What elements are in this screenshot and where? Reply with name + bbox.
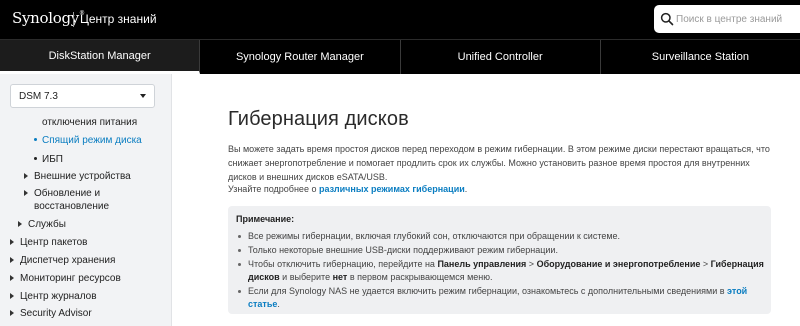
- sidebar-item-storage-manager[interactable]: Диспетчер хранения: [10, 254, 116, 267]
- sidebar-item-label: Мониторинг ресурсов: [20, 273, 121, 284]
- tab-unified-controller[interactable]: Unified Controller: [401, 40, 601, 74]
- hibernation-modes-link[interactable]: различных режимах гибернации: [319, 184, 465, 194]
- note-title: Примечание:: [236, 214, 295, 224]
- note-item: Если для Synology NAS не удается включит…: [238, 285, 766, 311]
- note-item: Чтобы отключить гибернацию, перейдите на…: [238, 258, 766, 284]
- version-value: DSM 7.3: [19, 91, 58, 102]
- tab-surveillance-station[interactable]: Surveillance Station: [601, 40, 800, 74]
- product-nav: DiskStation Manager Synology Router Mana…: [0, 39, 800, 74]
- chevron-right-icon: [18, 221, 22, 227]
- chevron-right-icon: [24, 173, 28, 179]
- sidebar-item-label: Спящий режим диска: [42, 135, 142, 146]
- note-text: Если для Synology NAS не удается включит…: [248, 286, 728, 296]
- sidebar-item-label: Обновление и: [34, 188, 101, 199]
- logo-text: Synology: [12, 9, 79, 27]
- page-title: Гибернация дисков: [228, 108, 409, 130]
- note-item: Все режимы гибернации, включая глубокий …: [238, 230, 766, 243]
- note-text: и выберите: [279, 272, 333, 282]
- search-box[interactable]: [654, 5, 800, 33]
- chevron-right-icon: [10, 310, 14, 316]
- bullet-icon: [34, 157, 37, 160]
- sidebar-item-label: Центр журналов: [20, 291, 97, 302]
- note-text: в первом раскрывающемся меню.: [347, 272, 493, 282]
- intro-paragraph: Вы можете задать время простоя дисков пе…: [228, 144, 770, 182]
- ui-path-control-panel: Панель управления: [437, 259, 527, 269]
- note-text: Чтобы отключить гибернацию, перейдите на: [248, 259, 438, 269]
- search-icon[interactable]: [660, 12, 674, 26]
- sidebar-item-label: Диспетчер хранения: [20, 255, 116, 266]
- chevron-right-icon: [10, 275, 14, 281]
- note-text: >: [526, 259, 537, 269]
- note-list: Все режимы гибернации, включая глубокий …: [238, 230, 766, 312]
- sidebar-item-log-center[interactable]: Центр журналов: [10, 290, 97, 303]
- knowledge-center-title[interactable]: Центр знаний: [80, 12, 157, 26]
- note-box: Примечание: Все режимы гибернации, включ…: [228, 206, 771, 314]
- article: Гибернация дисков Вы можете задать время…: [228, 74, 788, 326]
- sidebar-item-package-center[interactable]: Центр пакетов: [10, 236, 88, 249]
- note-text: .: [277, 299, 280, 309]
- learn-more-suffix: .: [464, 184, 468, 194]
- chevron-right-icon: [10, 293, 14, 299]
- search-input[interactable]: [676, 9, 796, 29]
- chevron-right-icon: [10, 239, 14, 245]
- note-text: >: [700, 259, 711, 269]
- version-select[interactable]: DSM 7.3: [10, 84, 155, 108]
- sidebar-item-security-advisor[interactable]: Security Advisor: [10, 307, 92, 320]
- sidebar-item-power-outage[interactable]: отключения питания: [42, 116, 137, 129]
- tab-diskstation-manager[interactable]: DiskStation Manager: [0, 40, 201, 74]
- sidebar-item-ups[interactable]: ИБП: [34, 153, 63, 166]
- sidebar-item-label: Внешние устройства: [34, 171, 131, 182]
- sidebar: DSM 7.3 отключения питания Спящий режим …: [0, 74, 172, 326]
- chevron-right-icon: [10, 257, 14, 263]
- ui-path-hardware-power: Оборудование и энергопотребление: [536, 259, 701, 269]
- chevron-right-icon: [24, 190, 28, 196]
- sidebar-item-services[interactable]: Службы: [18, 218, 66, 231]
- top-header: Synology® Центр знаний: [0, 0, 800, 39]
- header-divider: [73, 12, 74, 27]
- note-item: Только некоторые внешние USB-диски подде…: [238, 244, 766, 257]
- sidebar-item-disk-sleep[interactable]: Спящий режим диска: [34, 134, 142, 147]
- ui-option-none: нет: [332, 272, 348, 282]
- sidebar-item-resource-monitor[interactable]: Мониторинг ресурсов: [10, 272, 121, 285]
- learn-more-prefix: Узнайте подробнее о: [228, 184, 319, 194]
- sidebar-item-label-cont: восстановление: [34, 201, 110, 212]
- sidebar-item-update-restore[interactable]: Обновление и восстановление: [24, 187, 110, 213]
- sidebar-item-external-devices[interactable]: Внешние устройства: [24, 170, 131, 183]
- sidebar-item-label: ИБП: [42, 154, 63, 165]
- tab-synology-router-manager[interactable]: Synology Router Manager: [200, 40, 401, 74]
- sidebar-item-label: Службы: [28, 219, 66, 230]
- bullet-icon: [34, 138, 37, 141]
- sidebar-item-label: Центр пакетов: [20, 237, 88, 248]
- learn-more-line: Узнайте подробнее о различных режимах ги…: [228, 184, 467, 194]
- sidebar-item-label: Security Advisor: [20, 308, 92, 319]
- caret-down-icon: [140, 94, 146, 98]
